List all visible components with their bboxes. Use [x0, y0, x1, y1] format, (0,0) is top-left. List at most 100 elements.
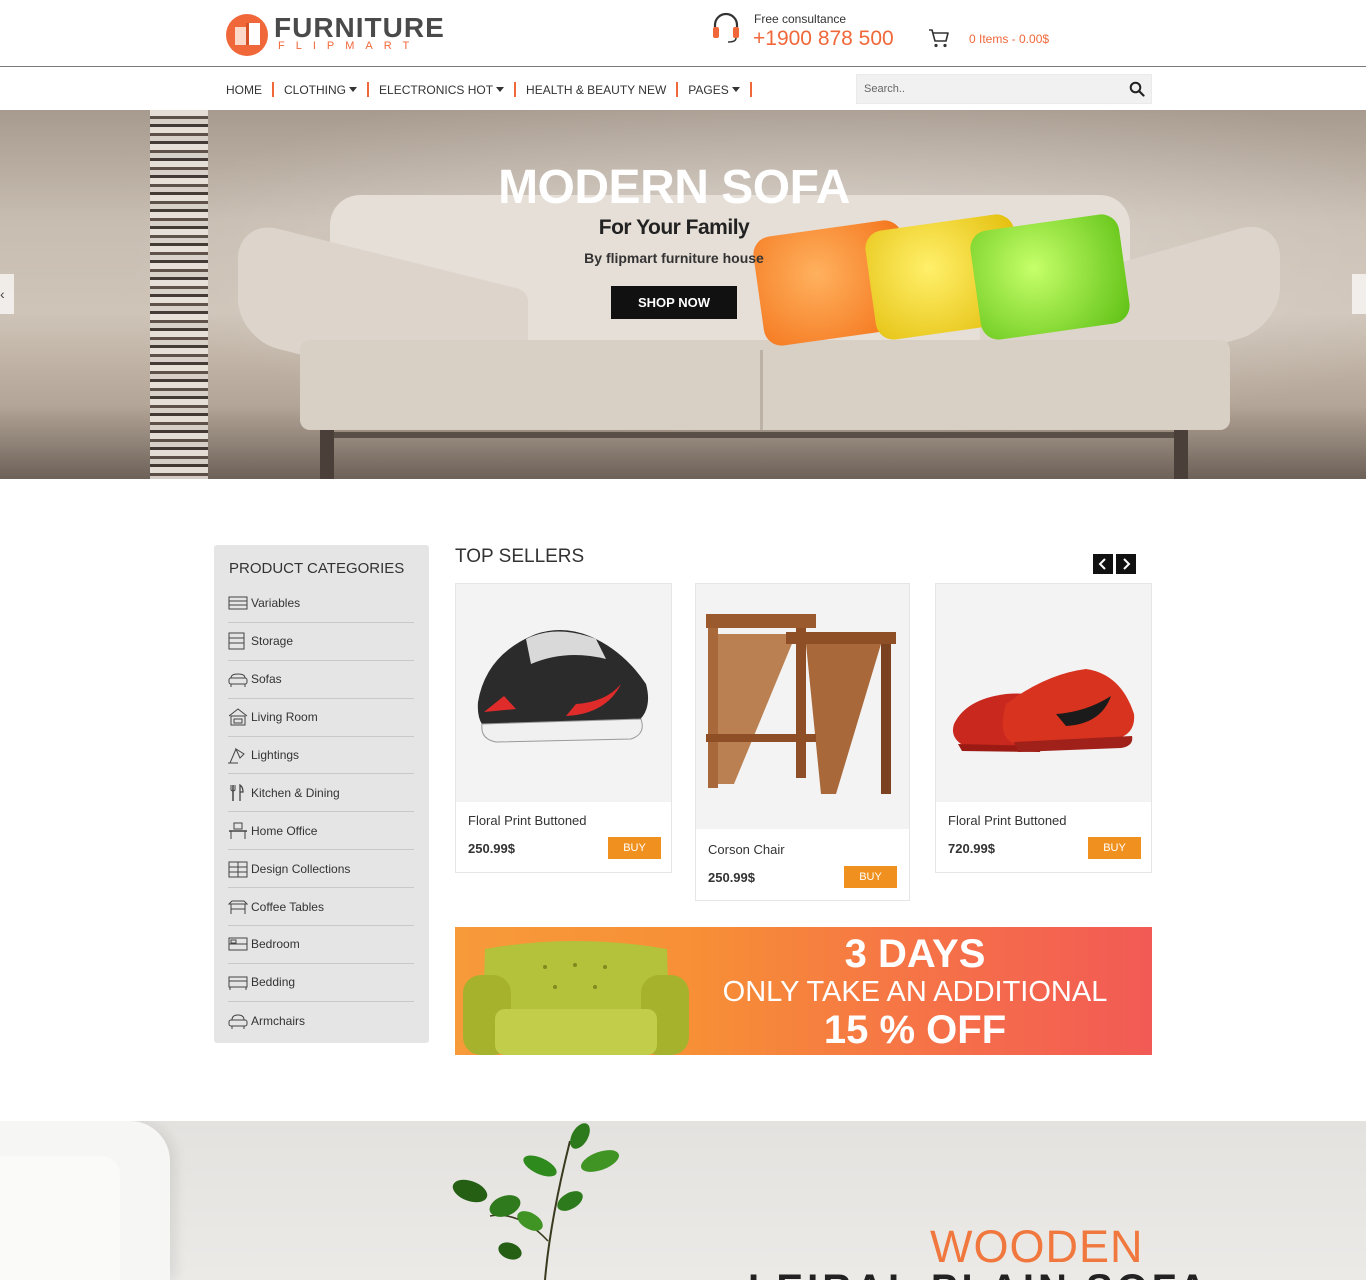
product-name[interactable]: Corson Chair — [708, 842, 785, 857]
category-label: Sofas — [251, 672, 282, 687]
table-icon — [228, 900, 248, 914]
living-room-icon — [228, 708, 248, 726]
nav-item-health-beauty[interactable]: HEALTH & BEAUTY NEW — [516, 82, 679, 97]
top-sellers-title: TOP SELLERS — [455, 546, 585, 567]
nesting-table-image — [706, 614, 896, 794]
product-price: 250.99$ — [708, 870, 755, 885]
logo-icon — [226, 14, 268, 56]
support-label: Free consultance — [754, 12, 847, 26]
chair-cushion — [0, 1156, 120, 1280]
logo-subtitle: FLIPMART — [278, 40, 421, 52]
lamp-icon — [228, 747, 245, 764]
sneaker-image — [477, 630, 649, 743]
desk-icon — [229, 822, 247, 839]
promo-discount: 15 % OFF — [823, 1008, 1007, 1052]
hero-title: MODERN SOFA — [498, 161, 850, 214]
red-sneakers-image — [952, 669, 1135, 752]
category-label: Kitchen & Dining — [251, 785, 340, 800]
nav-label: CLOTHING — [284, 82, 347, 97]
search-input[interactable] — [857, 75, 1119, 103]
main-nav: HOME CLOTHING ELECTRONICS HOT HEALTH & B… — [0, 68, 1366, 110]
product-price: 720.99$ — [948, 841, 995, 856]
banner-heading: WOODEN — [930, 1221, 1144, 1272]
nav-item-clothing[interactable]: CLOTHING — [274, 82, 370, 97]
category-item-coffee-tables[interactable]: Coffee Tables — [228, 888, 414, 927]
nav-label: HEALTH & BEAUTY NEW — [526, 82, 667, 97]
category-label: Lightings — [251, 748, 300, 762]
sofa-seat — [300, 340, 1230, 430]
armchair-icon — [228, 1014, 248, 1029]
category-label: Bedding — [251, 975, 296, 990]
category-label: Armchairs — [251, 1013, 306, 1028]
category-item-bedroom[interactable]: Bedroom — [228, 926, 414, 964]
chevron-right-icon — [1123, 558, 1131, 570]
product-image[interactable] — [936, 584, 1151, 802]
slider-prev-icon[interactable]: ‹ — [0, 274, 14, 314]
search-icon[interactable] — [1129, 81, 1145, 97]
nav-item-home[interactable]: HOME — [226, 82, 274, 97]
drawer-icon — [228, 596, 248, 610]
slider-next-icon[interactable] — [1352, 274, 1366, 314]
shelf-icon — [228, 861, 248, 878]
promo-headline: 3 DAYS — [844, 932, 986, 976]
product-price: 250.99$ — [468, 841, 515, 856]
category-label: Coffee Tables — [251, 899, 324, 914]
cart-summary[interactable]: 0 Items - 0.00$ — [969, 32, 1049, 46]
product-name[interactable]: Floral Print Buttoned — [468, 813, 587, 828]
category-label: Variables — [251, 596, 301, 611]
sofa-leg — [1174, 430, 1188, 479]
bed-icon — [228, 937, 248, 951]
category-item-storage[interactable]: Storage — [228, 623, 414, 661]
armchair-image — [463, 941, 689, 1055]
category-item-living-room[interactable]: Living Room — [228, 699, 414, 737]
category-item-sofas[interactable]: Sofas — [228, 661, 414, 699]
sofa-leg — [320, 430, 334, 479]
sofa-frame — [320, 432, 1188, 438]
headset-icon — [713, 12, 739, 43]
caret-down-icon — [496, 87, 505, 92]
hero-slider: MODERN SOFA For Your Family By flipmart … — [0, 110, 1366, 479]
category-item-variables[interactable]: Variables — [228, 585, 414, 623]
category-label: Living Room — [251, 710, 318, 725]
category-label: Design Collections — [251, 861, 351, 876]
nav-item-pages[interactable]: PAGES — [678, 82, 752, 97]
category-item-bedding[interactable]: Bedding — [228, 964, 414, 1002]
category-item-home-office[interactable]: Home Office — [228, 812, 414, 851]
hero-subtitle: For Your Family — [598, 216, 750, 239]
banner-product-name: LEIRAL PLAIN SOFA — [748, 1267, 1211, 1280]
sidebar-title: PRODUCT CATEGORIES — [229, 560, 405, 577]
chevron-left-icon — [1098, 558, 1106, 570]
sofa-seat-divider — [760, 350, 763, 430]
shop-now-button[interactable]: SHOP NOW — [611, 286, 737, 319]
nav-label: HOME — [226, 82, 262, 97]
logo[interactable]: FURNITURE FLIPMART — [226, 12, 446, 58]
nav-item-electronics[interactable]: ELECTRONICS HOT — [369, 82, 517, 97]
plant-image — [452, 1123, 620, 1280]
category-list: Variables Storage Sofas Living Room Ligh… — [228, 585, 414, 1040]
promo-banner[interactable]: 3 DAYS ONLY TAKE AN ADDITIONAL 15 % OFF — [455, 927, 1152, 1055]
nav-label: PAGES — [688, 82, 729, 97]
hero-byline: By flipmart furniture house — [584, 250, 764, 266]
carousel-prev-button[interactable] — [1093, 554, 1113, 574]
category-item-armchairs[interactable]: Armchairs — [228, 1002, 414, 1040]
product-image[interactable] — [456, 584, 671, 802]
category-item-lightings[interactable]: Lightings — [228, 737, 414, 775]
cart-icon[interactable] — [927, 26, 951, 50]
product-card[interactable]: Floral Print Buttoned 720.99$ BUY — [935, 583, 1152, 873]
cutlery-icon — [230, 783, 244, 801]
product-name[interactable]: Floral Print Buttoned — [948, 813, 1067, 828]
category-item-kitchen-dining[interactable]: Kitchen & Dining — [228, 774, 414, 813]
product-image[interactable] — [696, 584, 909, 829]
cabinet-icon — [228, 632, 245, 650]
buy-button[interactable]: BUY — [608, 837, 661, 859]
category-item-design-collections[interactable]: Design Collections — [228, 850, 414, 889]
caret-down-icon — [349, 87, 358, 92]
product-card[interactable]: Floral Print Buttoned 250.99$ BUY — [455, 583, 672, 873]
search-bar — [856, 74, 1152, 104]
buy-button[interactable]: BUY — [844, 866, 897, 888]
promo-subline: ONLY TAKE AN ADDITIONAL — [722, 976, 1108, 1008]
product-card[interactable]: Corson Chair 250.99$ BUY — [695, 583, 910, 901]
buy-button[interactable]: BUY — [1088, 837, 1141, 859]
support-phone[interactable]: +1900 878 500 — [753, 27, 894, 51]
carousel-next-button[interactable] — [1116, 554, 1136, 574]
